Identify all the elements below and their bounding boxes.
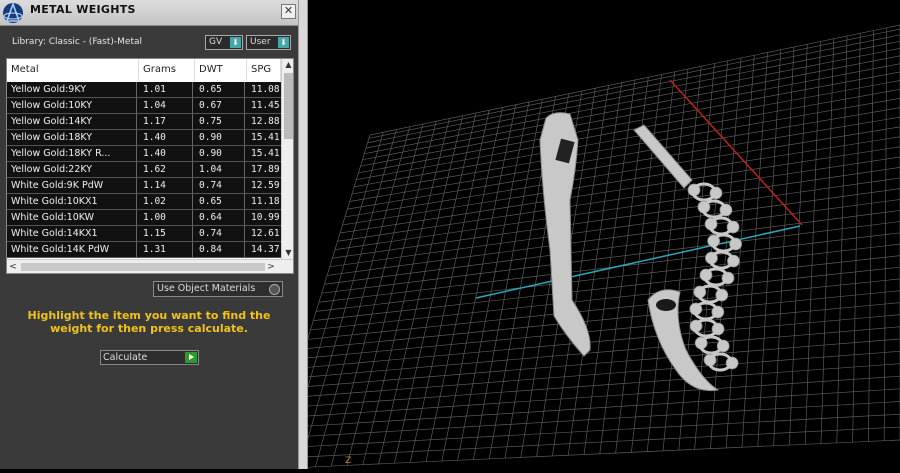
- grid-line: [804, 41, 821, 445]
- cell-grams: 1.17: [139, 114, 193, 129]
- scroll-down-icon[interactable]: ▼: [282, 247, 293, 259]
- use-object-materials-toggle[interactable]: Use Object Materials: [153, 281, 283, 297]
- cell-dwt: 0.90: [195, 146, 245, 161]
- cell-grams: 1.14: [139, 178, 193, 193]
- cell-metal: Yellow Gold:22KY: [7, 162, 137, 177]
- gv-dropdown-label: GV: [209, 37, 223, 47]
- table-row[interactable]: Yellow Gold:22KY 1.62 1.04 17.89: [7, 162, 287, 178]
- user-dropdown[interactable]: User ⬇: [246, 35, 291, 50]
- table-row[interactable]: Yellow Gold:9KY 1.01 0.65 11.08: [7, 82, 287, 98]
- table-row[interactable]: White Gold:9K PdW 1.14 0.74 12.59: [7, 178, 287, 194]
- cell-dwt: 0.64: [195, 210, 245, 225]
- calculate-button[interactable]: Calculate: [100, 350, 199, 365]
- cell-grams: 1.00: [139, 210, 193, 225]
- grid-line: [304, 290, 900, 350]
- table-row[interactable]: White Gold:14KX1 1.15 0.74 12.61: [7, 226, 287, 242]
- table-row[interactable]: Yellow Gold:14KY 1.17 0.75 12.88: [7, 114, 287, 130]
- cell-metal: Yellow Gold:18KY: [7, 130, 137, 145]
- grid-line: [286, 363, 900, 408]
- cell-metal: Yellow Gold:14KY: [7, 114, 137, 129]
- viewport-scene[interactable]: [267, 0, 900, 470]
- table-row[interactable]: Yellow Gold:10KY 1.04 0.67 11.45: [7, 98, 287, 114]
- cell-metal: White Gold:14K PdW: [7, 242, 137, 257]
- post-shape: [633, 124, 693, 189]
- cell-dwt: 0.90: [195, 130, 245, 145]
- cell-grams: 1.01: [139, 82, 193, 97]
- column-header-grams[interactable]: Grams: [139, 59, 195, 81]
- panel-titlebar: METAL WEIGHTS ✕: [0, 0, 298, 26]
- column-header-metal[interactable]: Metal: [7, 59, 139, 81]
- cell-metal: Yellow Gold:9KY: [7, 82, 137, 97]
- cell-grams: 1.40: [139, 146, 193, 161]
- scroll-right-icon[interactable]: >: [265, 260, 277, 273]
- horizontal-scroll-thumb[interactable]: [21, 263, 265, 271]
- cell-metal: White Gold:14KX1: [7, 226, 137, 241]
- cell-grams: 1.04: [139, 98, 193, 113]
- vertical-scroll-thumb[interactable]: [284, 73, 293, 139]
- scroll-left-icon[interactable]: <: [7, 260, 19, 273]
- panel-splitter[interactable]: [298, 0, 308, 469]
- close-icon: ✕: [283, 4, 294, 17]
- app-logo-icon: [3, 1, 23, 23]
- column-header-dwt[interactable]: DWT: [195, 59, 247, 81]
- y-axis-line: [475, 225, 801, 299]
- cell-dwt: 0.75: [195, 114, 245, 129]
- cell-metal: White Gold:9K PdW: [7, 178, 137, 193]
- scroll-up-icon[interactable]: ▲: [282, 59, 293, 71]
- user-dropdown-label: User: [250, 37, 271, 47]
- cell-grams: 1.31: [139, 242, 193, 257]
- gv-dropdown[interactable]: GV ⬇: [205, 35, 243, 50]
- grid-line: [267, 439, 900, 470]
- grid-line: [292, 338, 900, 389]
- table-header: Metal Grams DWT SPG: [7, 59, 281, 81]
- cell-metal: White Gold:10KW: [7, 210, 137, 225]
- cell-dwt: 0.74: [195, 226, 245, 241]
- toggle-circle-icon[interactable]: [269, 284, 280, 295]
- cell-metal: White Gold:10KX1: [7, 194, 137, 209]
- axis-indicator-label: Z: [345, 456, 352, 466]
- panel-title: METAL WEIGHTS: [30, 3, 136, 16]
- use-object-materials-label: Use Object Materials: [157, 283, 256, 294]
- grid-line: [283, 375, 900, 419]
- grid-line: [267, 134, 371, 470]
- horizontal-scrollbar[interactable]: < >: [7, 259, 293, 273]
- grid-line: [725, 55, 755, 448]
- cell-dwt: 0.74: [195, 178, 245, 193]
- close-button[interactable]: ✕: [281, 4, 296, 19]
- cell-dwt: 0.65: [195, 194, 245, 209]
- table-row[interactable]: White Gold:10KX1 1.02 0.65 11.18: [7, 194, 287, 210]
- cell-metal: Yellow Gold:10KY: [7, 98, 137, 113]
- cell-metal: Yellow Gold:18KY R...: [7, 146, 137, 161]
- table-row[interactable]: Yellow Gold:18KY 1.40 0.90 15.41: [7, 130, 287, 146]
- cell-grams: 1.02: [139, 194, 193, 209]
- cell-grams: 1.15: [139, 226, 193, 241]
- calculate-label: Calculate: [103, 352, 148, 363]
- grid-line: [298, 314, 900, 369]
- table-row[interactable]: White Gold:10KW 1.00 0.64 10.99: [7, 210, 287, 226]
- grid-line: [789, 44, 808, 446]
- table-row[interactable]: Yellow Gold:18KY R... 1.40 0.90 15.41: [7, 146, 287, 162]
- cell-dwt: 0.65: [195, 82, 245, 97]
- cell-dwt: 0.84: [195, 242, 245, 257]
- metal-weights-table: Metal Grams DWT SPG Yellow Gold:9KY 1.01 0…: [6, 58, 294, 274]
- grid-line: [773, 46, 795, 446]
- metal-weights-panel: METAL WEIGHTS ✕ Library: Classic - (Fast…: [0, 0, 298, 469]
- cell-grams: 1.62: [139, 162, 193, 177]
- vertical-scrollbar[interactable]: ▲ ▼: [281, 59, 293, 259]
- instruction-text: Highlight the item you want to find the …: [27, 309, 271, 335]
- grid-line: [289, 350, 900, 398]
- column-header-spg[interactable]: SPG: [247, 59, 281, 81]
- cell-grams: 1.40: [139, 130, 193, 145]
- play-icon[interactable]: [185, 352, 197, 363]
- 3d-viewport[interactable]: Z: [267, 0, 900, 470]
- table-row[interactable]: White Gold:14K PdW 1.31 0.84 14.37: [7, 242, 287, 258]
- cell-dwt: 1.04: [195, 162, 245, 177]
- clasp-hole-shape: [656, 299, 676, 311]
- cell-dwt: 0.67: [195, 98, 245, 113]
- grid-line: [757, 49, 782, 447]
- dropdown-arrow-icon: ⬇: [278, 37, 289, 48]
- grid-line: [741, 52, 768, 448]
- library-label: Library: Classic - (Fast)-Metal: [12, 37, 143, 47]
- dropdown-arrow-icon: ⬇: [230, 37, 241, 48]
